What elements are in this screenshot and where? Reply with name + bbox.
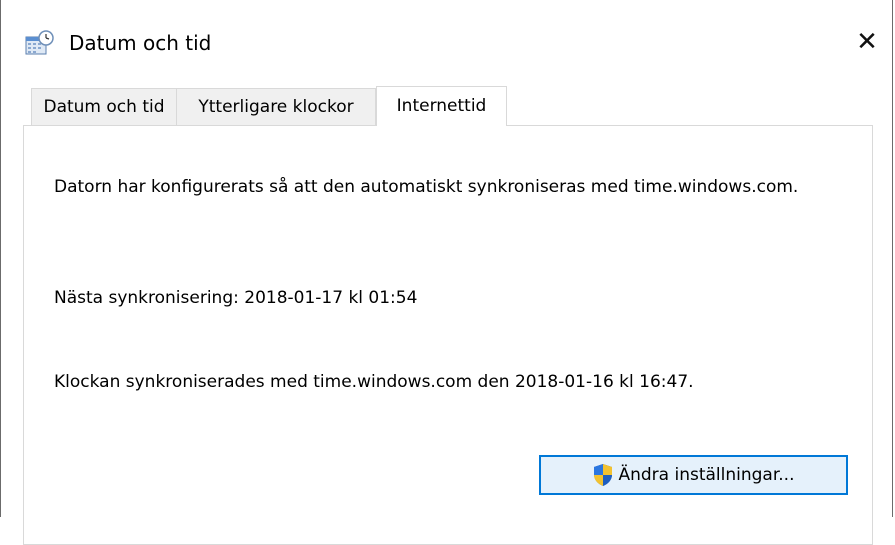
change-settings-button[interactable]: Ändra inställningar... — [539, 455, 848, 495]
date-time-dialog: Datum och tid ✕ Datum och tid Ytterligar… — [0, 0, 893, 545]
next-sync-text: Nästa synkronisering: 2018-01-17 kl 01:5… — [54, 288, 418, 308]
change-settings-label: Ändra inställningar... — [618, 465, 795, 485]
tab-date-time[interactable]: Datum och tid — [31, 88, 177, 125]
tab-internet-time[interactable]: Internettid — [376, 86, 507, 126]
last-sync-text: Klockan synkroniserades med time.windows… — [54, 372, 694, 392]
uac-shield-icon — [592, 463, 614, 487]
sync-description: Datorn har konfigurerats så att den auto… — [54, 177, 799, 197]
change-settings-content: Ändra inställningar... — [592, 463, 795, 487]
tab-strip: Datum och tid Ytterligare klockor Intern… — [23, 86, 873, 126]
tab-additional-clocks[interactable]: Ytterligare klockor — [176, 88, 376, 125]
clock-calendar-icon — [25, 30, 55, 56]
close-icon: ✕ — [856, 27, 878, 57]
window-title: Datum och tid — [69, 31, 212, 55]
title-bar: Datum och tid ✕ — [1, 0, 892, 86]
close-button[interactable]: ✕ — [842, 18, 892, 66]
internet-time-panel: Datorn har konfigurerats så att den auto… — [23, 125, 873, 545]
